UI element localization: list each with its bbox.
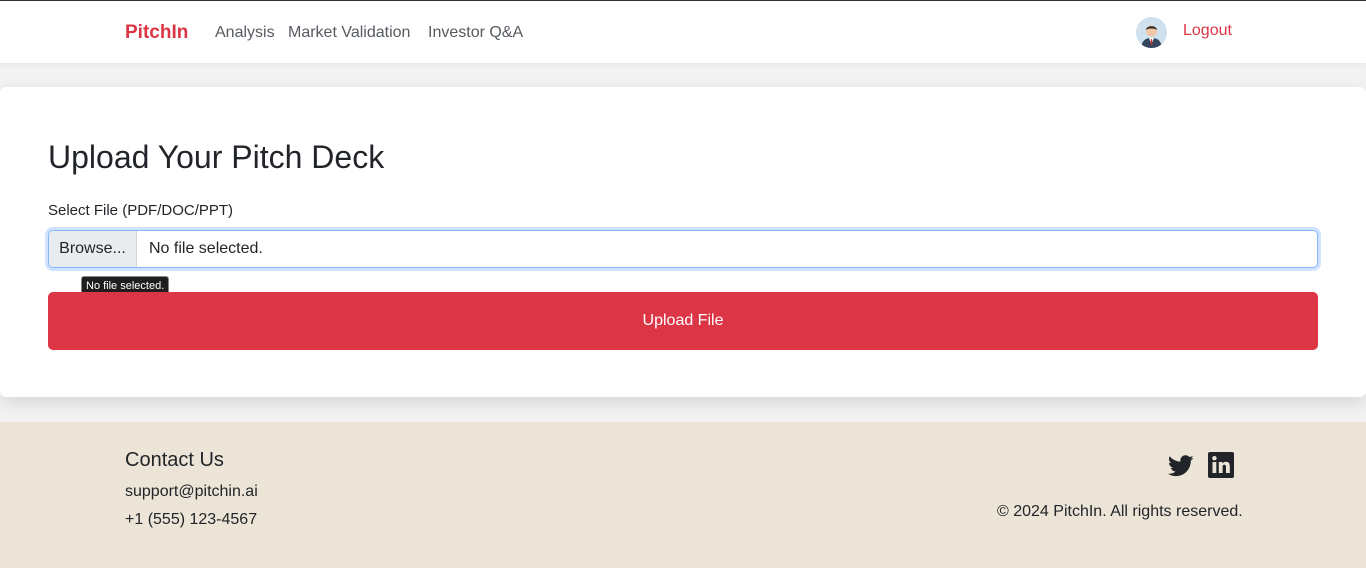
contact-email[interactable]: support@pitchin.ai	[125, 483, 258, 501]
nav-link-investor-qa[interactable]: Investor Q&A	[428, 24, 523, 42]
upload-card: Upload Your Pitch Deck Select File (PDF/…	[0, 87, 1366, 397]
logout-link[interactable]: Logout	[1183, 22, 1232, 40]
page-title: Upload Your Pitch Deck	[48, 139, 385, 175]
nav-link-analysis[interactable]: Analysis	[215, 24, 275, 42]
contact-phone[interactable]: +1 (555) 123-4567	[125, 511, 257, 529]
brand-logo[interactable]: PitchIn	[125, 22, 188, 44]
file-field-label: Select File (PDF/DOC/PPT)	[48, 202, 234, 219]
navbar: PitchIn Analysis Market Validation Inves…	[0, 1, 1366, 63]
file-status-text: No file selected.	[149, 240, 263, 257]
footer: Contact Us support@pitchin.ai +1 (555) 1…	[0, 422, 1366, 568]
linkedin-icon[interactable]	[1208, 452, 1234, 478]
browse-button[interactable]: Browse...	[49, 231, 137, 267]
nav-link-market-validation[interactable]: Market Validation	[288, 24, 410, 42]
upload-file-button[interactable]: Upload File	[48, 292, 1318, 350]
copyright-text: © 2024 PitchIn. All rights reserved.	[997, 503, 1243, 520]
file-input[interactable]: Browse... No file selected.	[48, 230, 1318, 268]
twitter-icon[interactable]	[1167, 454, 1194, 478]
user-avatar-icon[interactable]	[1136, 17, 1167, 48]
contact-title: Contact Us	[125, 449, 224, 471]
